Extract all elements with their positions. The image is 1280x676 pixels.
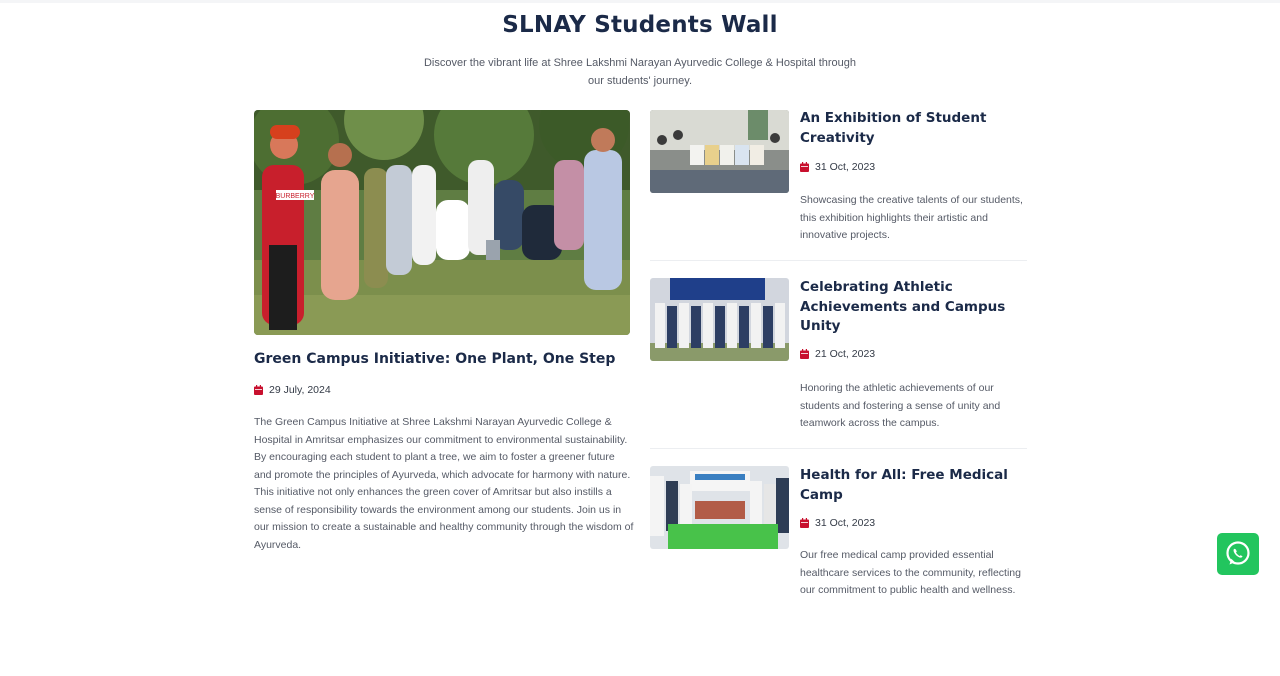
featured-description: The Green Campus Initiative at Shree Lak… [254,416,634,551]
post-divider [650,448,1027,449]
post-date-text: 21 Oct, 2023 [815,348,876,360]
post-thumbnail-medical-camp[interactable] [650,466,789,549]
featured-date-text: 29 July, 2024 [269,384,331,396]
post-divider [650,260,1027,261]
post-title-medical-camp[interactable]: Health for All: Free Medical Camp [800,466,1028,505]
page-subtitle: Discover the vibrant life at Shree Laksh… [423,57,857,87]
post-date-athletics: 21 Oct, 2023 [800,348,875,360]
featured-date: 29 July, 2024 [254,384,331,396]
whatsapp-icon [1226,541,1250,565]
post-date-text: 31 Oct, 2023 [815,161,876,173]
post-thumbnail-exhibition[interactable] [650,110,789,193]
calendar-icon [800,162,809,172]
calendar-icon [800,349,809,359]
post-date-exhibition: 31 Oct, 2023 [800,161,875,173]
page-title: SLNAY Students Wall [502,12,778,38]
post-date-medical-camp: 31 Oct, 2023 [800,517,875,529]
featured-photo[interactable]: BURBERRY [254,110,630,335]
post-description-athletics: Honoring the athletic achievements of ou… [800,382,1001,429]
header-bottom-border [0,0,1280,3]
post-thumbnail-athletics[interactable] [650,278,789,361]
post-date-text: 31 Oct, 2023 [815,517,876,529]
post-description-exhibition: Showcasing the creative talents of our s… [800,194,1023,241]
post-title-exhibition[interactable]: An Exhibition of Student Creativity [800,109,1028,148]
featured-photo-shirt-text: BURBERRY [276,193,315,200]
whatsapp-button[interactable] [1217,533,1259,575]
featured-title[interactable]: Green Campus Initiative: One Plant, One … [254,351,654,367]
calendar-icon [800,518,809,528]
calendar-icon [254,385,263,395]
post-description-medical-camp: Our free medical camp provided essential… [800,549,1021,596]
post-title-athletics[interactable]: Celebrating Athletic Achievements and Ca… [800,278,1028,337]
